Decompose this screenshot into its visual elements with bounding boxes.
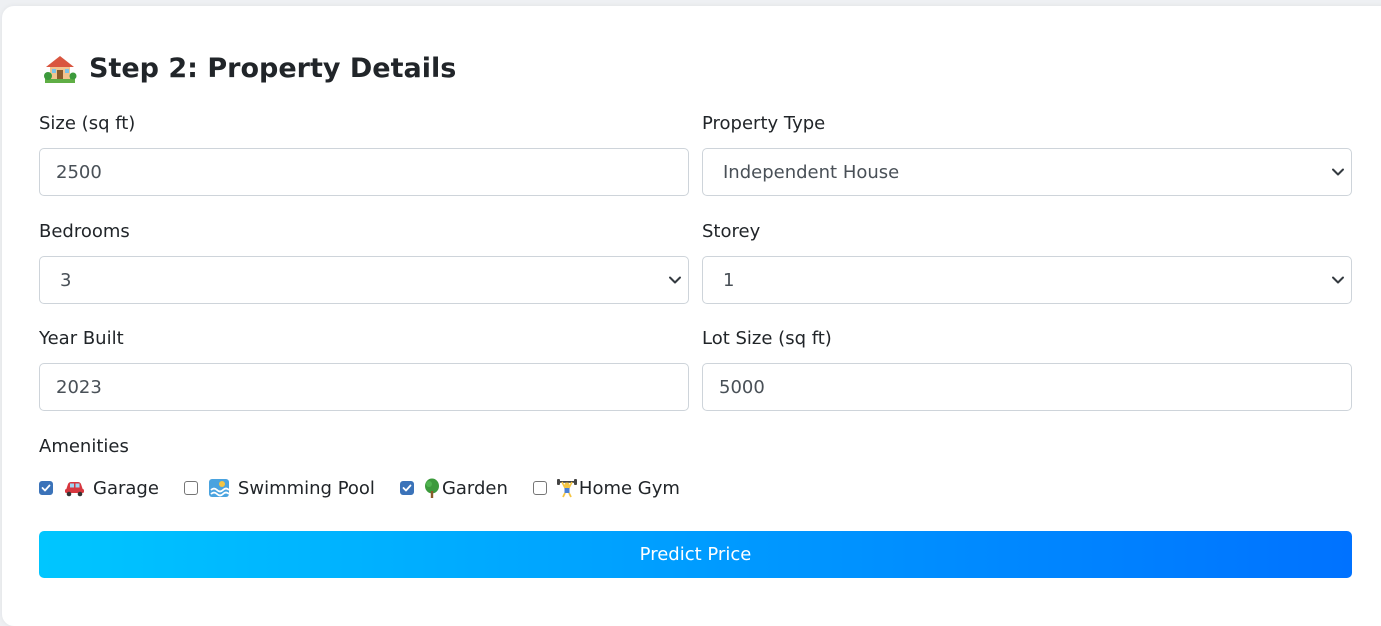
storey-select[interactable]: 1: [702, 256, 1352, 304]
weightlifter-icon: [556, 478, 577, 498]
home-gym-label: Home Gym: [578, 477, 680, 499]
amenity-garden[interactable]: Garden: [399, 477, 508, 499]
lot-size-input[interactable]: 5000: [702, 363, 1352, 411]
chevron-down-icon: [1332, 168, 1344, 176]
swimmer-icon: [208, 478, 230, 498]
storey-value: 1: [723, 269, 735, 291]
storey-label: Storey: [702, 221, 761, 242]
garden-checkbox[interactable]: [399, 481, 414, 495]
amenity-garage[interactable]: Garage: [39, 478, 159, 499]
year-built-value: 2023: [56, 376, 102, 398]
swimming-pool-checkbox[interactable]: [183, 481, 198, 495]
size-value: 2500: [56, 161, 102, 183]
bedrooms-label: Bedrooms: [39, 221, 130, 242]
lot-size-value: 5000: [719, 376, 765, 398]
year-built-input[interactable]: 2023: [39, 363, 689, 411]
property-type-label: Property Type: [702, 113, 826, 134]
property-type-select[interactable]: Independent House: [702, 148, 1352, 196]
garage-label: Garage: [93, 477, 159, 499]
swimming-pool-label: Swimming Pool: [237, 477, 375, 499]
garden-label: Garden: [441, 477, 508, 499]
car-icon: [63, 478, 85, 498]
checkmark-icon: [41, 484, 51, 492]
year-built-label: Year Built: [39, 328, 124, 349]
section-title: Step 2: Property Details: [43, 48, 456, 88]
bedrooms-value: 3: [60, 269, 72, 291]
property-type-value: Independent House: [723, 161, 900, 183]
bedrooms-select[interactable]: 3: [39, 256, 689, 304]
predict-price-button[interactable]: Predict Price: [39, 531, 1352, 578]
lot-size-label: Lot Size (sq ft): [702, 328, 832, 349]
garage-checkbox[interactable]: [39, 481, 53, 495]
amenity-home-gym[interactable]: Home Gym: [532, 477, 680, 499]
amenity-swimming-pool[interactable]: Swimming Pool: [183, 477, 375, 499]
size-label: Size (sq ft): [39, 113, 136, 134]
size-input[interactable]: 2500: [39, 148, 689, 196]
checkmark-icon: [402, 484, 412, 492]
chevron-down-icon: [669, 276, 681, 284]
section-title-text: Step 2: Property Details: [89, 52, 457, 84]
home-gym-checkbox[interactable]: [532, 481, 547, 495]
amenities-group: Garage Swimming Pool Garden Home Gym: [39, 474, 705, 502]
house-with-garden-icon: [43, 52, 77, 84]
amenities-label: Amenities: [39, 436, 129, 457]
chevron-down-icon: [1332, 276, 1344, 284]
tree-icon: [424, 478, 440, 498]
